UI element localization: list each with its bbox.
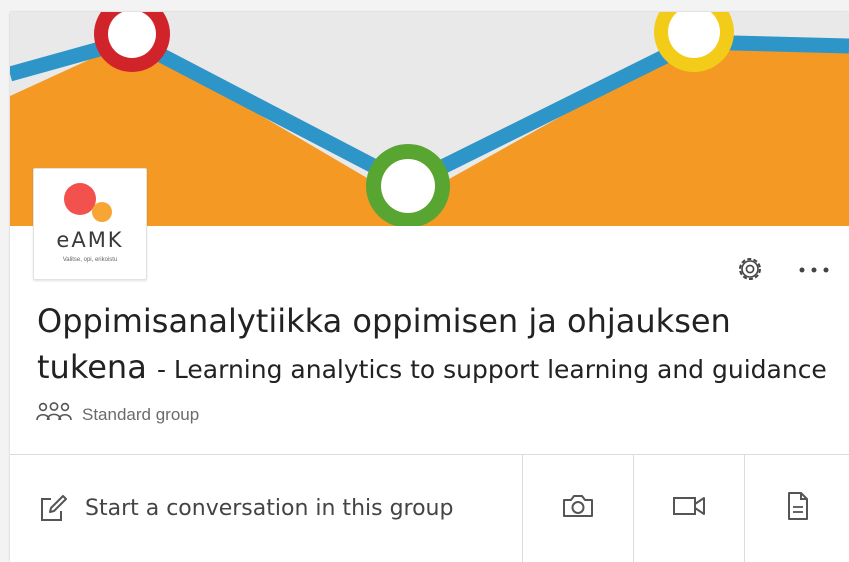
add-photo-button[interactable] bbox=[522, 455, 633, 562]
people-group-icon bbox=[36, 401, 72, 428]
document-icon bbox=[786, 491, 810, 526]
composer-bar: Start a conversation in this group bbox=[10, 455, 849, 562]
settings-button[interactable] bbox=[733, 256, 767, 286]
camera-icon bbox=[562, 493, 594, 524]
logo-orange-dot bbox=[92, 202, 112, 222]
group-title-sub: - Learning analytics to support learning… bbox=[156, 355, 827, 384]
group-logo: eAMK Valitse, opi, erikoistu bbox=[33, 168, 147, 280]
group-toolbar bbox=[733, 256, 831, 286]
video-camera-icon bbox=[672, 495, 706, 522]
more-options-button[interactable] bbox=[797, 256, 831, 286]
logo-tagline: Valitse, opi, erikoistu bbox=[62, 257, 118, 263]
title-tail: tukena bbox=[37, 348, 147, 386]
group-title-main: Oppimisanalytiikka oppimisen ja ohjaukse… bbox=[37, 302, 731, 340]
logo-name: eAMK bbox=[56, 228, 124, 252]
edit-pencil-icon bbox=[39, 494, 69, 523]
group-card: eAMK Valitse, opi, erikoistu Oppimisanal… bbox=[10, 12, 849, 562]
start-conversation-label: Start a conversation in this group bbox=[85, 496, 454, 521]
group-title: Oppimisanalytiikka oppimisen ja ohjaukse… bbox=[37, 298, 849, 393]
group-type-label: Standard group bbox=[82, 404, 200, 424]
add-file-button[interactable] bbox=[744, 455, 849, 562]
gear-icon bbox=[735, 254, 765, 289]
add-video-button[interactable] bbox=[633, 455, 744, 562]
start-conversation-button[interactable]: Start a conversation in this group bbox=[10, 455, 522, 562]
group-type: Standard group bbox=[36, 401, 199, 428]
more-horizontal-icon bbox=[797, 262, 831, 280]
